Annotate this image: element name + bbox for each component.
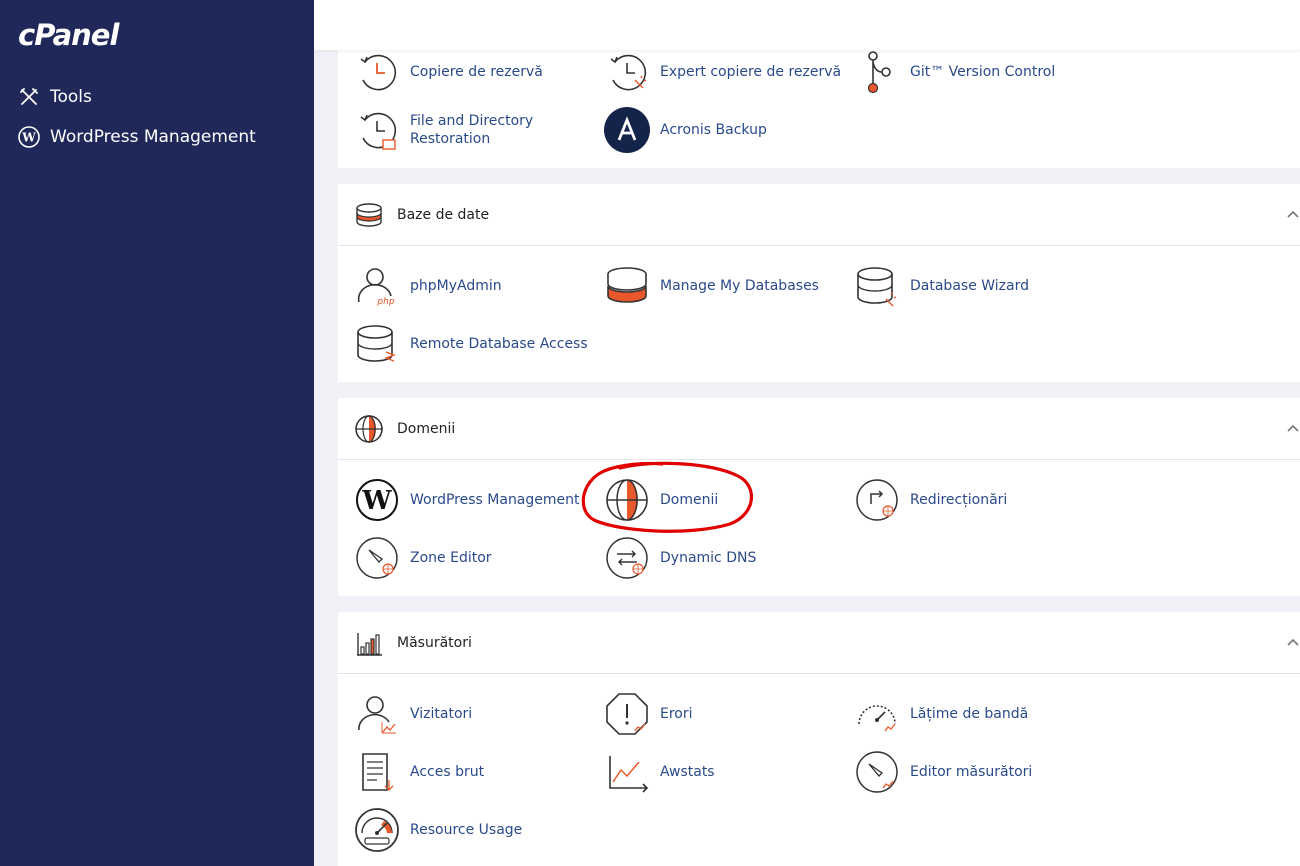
awstats-icon xyxy=(604,749,650,795)
acronis-item[interactable]: Acronis Backup xyxy=(604,107,767,153)
database-wizard-icon xyxy=(854,263,900,309)
backup-item[interactable]: Copiere de rezervă xyxy=(354,49,543,95)
bar-chart-section-icon xyxy=(354,628,384,658)
sidebar-item-tools[interactable]: Tools xyxy=(18,86,92,108)
manage-databases-item[interactable]: Manage My Databases xyxy=(604,263,819,309)
bandwidth-icon xyxy=(854,691,900,737)
wordpress-icon: W xyxy=(18,126,40,148)
acronis-icon xyxy=(604,107,650,153)
svg-text:php: php xyxy=(376,297,394,307)
cpanel-logo[interactable]: cPanel xyxy=(18,18,119,52)
databases-header[interactable]: Baze de date xyxy=(338,184,1300,246)
acronis-label: Acronis Backup xyxy=(660,122,767,138)
zone-editor-icon xyxy=(354,535,400,581)
wordpress-icon: W xyxy=(354,477,400,523)
domains-panel: Domenii W WordPress Management Domenii R… xyxy=(338,398,1300,596)
errors-label: Erori xyxy=(660,706,693,722)
awstats-label: Awstats xyxy=(660,764,715,780)
git-label: Git™ Version Control xyxy=(910,64,1056,80)
file-restore-label: File and Directory Restoration xyxy=(410,113,534,147)
backup-icon xyxy=(354,49,400,95)
database-icon xyxy=(604,263,650,309)
errors-icon xyxy=(604,691,650,737)
phpmyadmin-item[interactable]: php phpMyAdmin xyxy=(354,263,502,309)
domains-item[interactable]: Domenii xyxy=(604,477,718,523)
sidebar-item-wordpress-management[interactable]: W WordPress Management xyxy=(18,126,256,148)
sidebar-item-label: WordPress Management xyxy=(50,127,256,147)
errors-item[interactable]: Erori xyxy=(604,691,693,737)
remote-database-icon xyxy=(354,321,400,367)
redirect-icon xyxy=(854,477,900,523)
top-header-bar xyxy=(314,0,1300,50)
dynamic-dns-item[interactable]: Dynamic DNS xyxy=(604,535,756,581)
backup-wizard-icon xyxy=(604,49,650,95)
dynamic-dns-label: Dynamic DNS xyxy=(660,550,757,566)
databases-panel: Baze de date php phpMyAdmin Manage My Da… xyxy=(338,184,1300,382)
raw-access-icon xyxy=(354,749,400,795)
zone-editor-item[interactable]: Zone Editor xyxy=(354,535,492,581)
chevron-up-icon[interactable] xyxy=(1286,420,1300,434)
raw-access-label: Acces brut xyxy=(410,764,485,780)
remote-database-label: Remote Database Access xyxy=(410,336,588,352)
domains-header[interactable]: Domenii xyxy=(338,398,1300,460)
metrics-panel: Măsurători Vizitatori Erori Lățime de ba… xyxy=(338,612,1300,866)
resource-usage-icon xyxy=(354,807,400,853)
database-wizard-item[interactable]: Database Wizard xyxy=(854,263,1029,309)
sidebar-item-label: Tools xyxy=(50,87,92,107)
backup-wizard-item[interactable]: Expert copiere de rezervă xyxy=(604,49,841,95)
backup-label: Copiere de rezervă xyxy=(410,64,543,80)
chevron-up-icon[interactable] xyxy=(1286,634,1300,648)
domains-label: Domenii xyxy=(660,492,719,508)
redirects-item[interactable]: Redirecționări xyxy=(854,477,1007,523)
tools-icon xyxy=(18,86,40,108)
metrics-title: Măsurători xyxy=(397,634,472,651)
globe-icon xyxy=(604,477,650,523)
visitors-icon xyxy=(354,691,400,737)
manage-databases-label: Manage My Databases xyxy=(660,278,819,294)
awstats-item[interactable]: Awstats xyxy=(604,749,715,795)
redirects-label: Redirecționări xyxy=(910,492,1008,508)
bandwidth-label: Lățime de bandă xyxy=(910,706,1029,722)
metrics-editor-icon xyxy=(854,749,900,795)
remote-database-item[interactable]: Remote Database Access xyxy=(354,321,588,367)
visitors-label: Vizitatori xyxy=(410,706,473,722)
resource-usage-item[interactable]: Resource Usage xyxy=(354,807,522,853)
raw-access-item[interactable]: Acces brut xyxy=(354,749,484,795)
file-restore-icon xyxy=(354,107,400,153)
metrics-editor-label: Editor măsurători xyxy=(910,764,1033,780)
wordpress-management-label: WordPress Management xyxy=(410,492,580,508)
metrics-header[interactable]: Măsurători xyxy=(338,612,1300,674)
chevron-up-icon[interactable] xyxy=(1286,206,1300,220)
dynamic-dns-icon xyxy=(604,535,650,581)
file-restore-item[interactable]: File and Directory Restoration xyxy=(354,107,550,153)
git-icon xyxy=(854,49,900,95)
svg-text:W: W xyxy=(361,486,392,516)
database-section-icon xyxy=(354,200,384,230)
svg-text:W: W xyxy=(21,131,36,145)
phpmyadmin-icon: php xyxy=(354,263,400,309)
bandwidth-item[interactable]: Lățime de bandă xyxy=(854,691,1028,737)
globe-section-icon xyxy=(354,414,384,444)
backup-wizard-label: Expert copiere de rezervă xyxy=(660,64,842,80)
wordpress-management-item[interactable]: W WordPress Management xyxy=(354,477,580,523)
domains-title: Domenii xyxy=(397,420,456,437)
database-wizard-label: Database Wizard xyxy=(910,278,1029,294)
sidebar: cPanel Tools W WordPress Management xyxy=(0,0,314,866)
visitors-item[interactable]: Vizitatori xyxy=(354,691,472,737)
resource-usage-label: Resource Usage xyxy=(410,822,523,838)
files-panel: Copiere de rezervă Expert copiere de rez… xyxy=(338,40,1300,168)
git-item[interactable]: Git™ Version Control xyxy=(854,49,1055,95)
zone-editor-label: Zone Editor xyxy=(410,550,492,566)
phpmyadmin-label: phpMyAdmin xyxy=(410,278,502,294)
databases-title: Baze de date xyxy=(397,206,490,223)
metrics-editor-item[interactable]: Editor măsurători xyxy=(854,749,1032,795)
